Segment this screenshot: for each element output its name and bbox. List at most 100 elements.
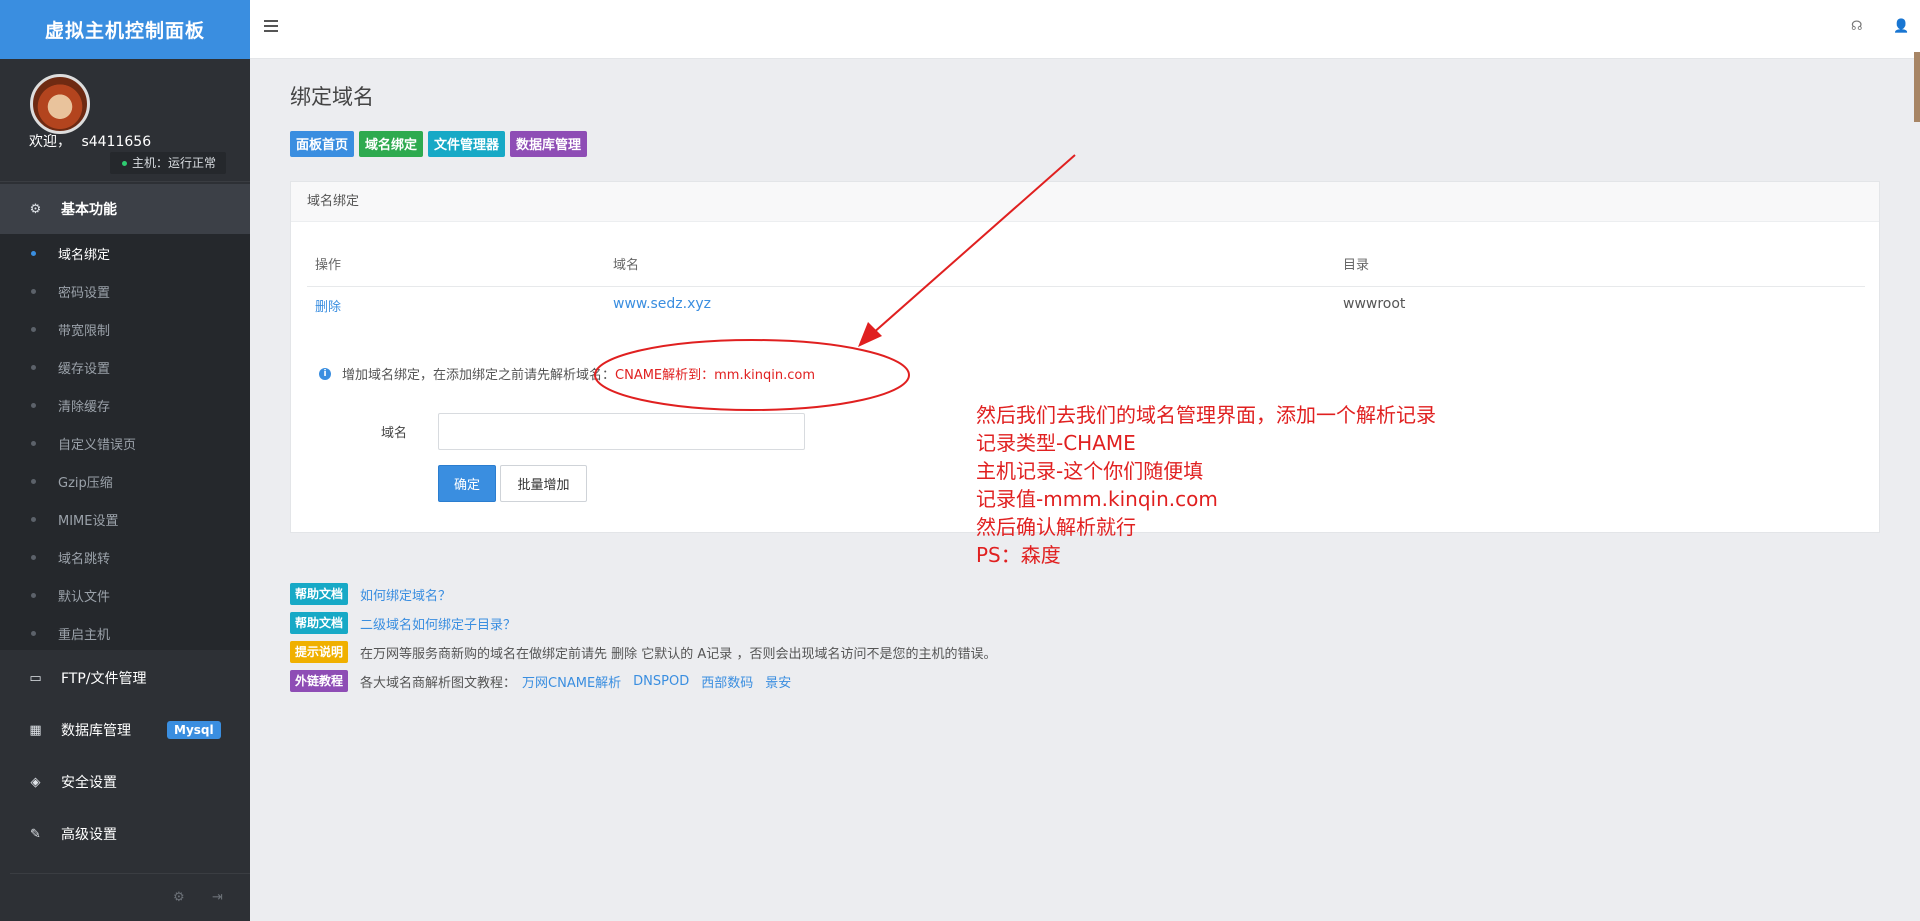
sidebar-item-label: 清除缓存 (58, 399, 111, 415)
sidebar-item-redirect[interactable]: 域名跳转 (0, 538, 250, 576)
delete-link[interactable]: 删除 (315, 296, 341, 315)
tutorial-link-wanwang[interactable]: 万网CNAME解析 (522, 672, 621, 691)
submit-button[interactable]: 确定 (438, 465, 496, 502)
nav-section-label: FTP/文件管理 (61, 671, 147, 687)
edit-icon: ✎ (30, 826, 41, 842)
menu-toggle-icon[interactable] (264, 20, 278, 32)
sidebar-item-mime[interactable]: MIME设置 (0, 500, 250, 538)
table-icon: ▦ (29, 722, 42, 738)
external-tutorial-tag: 外链教程 (290, 670, 349, 692)
sidebar-item-label: 缓存设置 (58, 361, 111, 377)
quick-button-panel-home[interactable]: 面板首页 (290, 131, 355, 157)
bullet-icon (31, 326, 36, 332)
cname-target: CNAME解析到：mm.kinqin.com (615, 368, 815, 383)
status-dot-icon (122, 161, 127, 166)
tutorial-link-west[interactable]: 西部数码 (701, 672, 753, 691)
annotation-line: PS：森度 (976, 543, 1061, 567)
headset-icon[interactable]: ☊ (1851, 19, 1863, 34)
panel-title: 域名绑定 (291, 182, 1879, 222)
cogs-icon: ⚙ (29, 201, 42, 217)
shield-icon: ◈ (30, 774, 41, 790)
column-header-action: 操作 (315, 258, 342, 273)
domain-field-label: 域名 (381, 426, 408, 441)
sidebar-item-label: 带宽限制 (58, 323, 111, 339)
annotation-line: 然后确认解析就行 (976, 515, 1136, 539)
help-link-bind-domain[interactable]: 如何绑定域名？ (360, 585, 451, 604)
username: s4411656 (81, 134, 152, 150)
tutorial-link-dnspod[interactable]: DNSPOD (633, 674, 689, 689)
sidebar-item-restart[interactable]: 重启主机 (0, 614, 250, 652)
host-status-text: 主机：运行正常 (132, 156, 217, 170)
bullet-icon (31, 592, 36, 598)
nav-section-basic[interactable]: ⚙ 基本功能 (0, 184, 250, 234)
window-scrollbar[interactable] (1914, 52, 1920, 122)
page-title: 绑定域名 (290, 85, 374, 109)
sidebar: 虚拟主机控制面板 欢迎， s4411656 主机：运行正常 ⚙ 基本功能 域名绑… (0, 0, 250, 921)
mysql-badge: Mysql (167, 721, 221, 739)
table-cell-domain: www.sedz.xyz (613, 296, 712, 312)
nav-section-security[interactable]: ◈ 安全设置 (0, 756, 250, 808)
logout-icon[interactable]: ⇥ (212, 890, 223, 905)
sidebar-item-default-file[interactable]: 默认文件 (0, 576, 250, 614)
help-item: 帮助文档 二级域名如何绑定子目录？ (290, 612, 1490, 634)
tutorial-link-jingan[interactable]: 景安 (765, 672, 791, 691)
avatar[interactable] (30, 74, 90, 134)
help-item: 帮助文档 如何绑定域名？ (290, 583, 1490, 605)
column-header-domain: 域名 (613, 258, 640, 273)
nav-section-label: 高级设置 (61, 827, 117, 843)
bullet-icon (31, 630, 36, 636)
sidebar-item-bandwidth[interactable]: 带宽限制 (0, 310, 250, 348)
annotation-line: 记录值-mmm.kinqin.com (976, 487, 1218, 511)
nav-section-label: 安全设置 (61, 775, 117, 791)
sidebar-item-clear-cache[interactable]: 清除缓存 (0, 386, 250, 424)
bullet-icon (31, 250, 36, 256)
sidebar-item-label: 重启主机 (58, 627, 111, 643)
bullet-icon (31, 288, 36, 294)
host-status-badge: 主机：运行正常 (110, 152, 227, 174)
table-cell-directory: wwwroot (1343, 296, 1406, 312)
sidebar-item-label: 域名跳转 (58, 551, 111, 567)
info-icon: i (319, 367, 331, 380)
info-message: i 增加域名绑定，在添加绑定之前请先解析域名： CNAME解析到：mm.kinqi… (319, 364, 815, 383)
batch-add-button[interactable]: 批量增加 (500, 465, 587, 502)
topbar: ☊ 👤 (250, 0, 1920, 59)
domain-input[interactable] (438, 413, 805, 450)
sidebar-item-cache[interactable]: 缓存设置 (0, 348, 250, 386)
nav-section-advanced[interactable]: ✎ 高级设置 (0, 808, 250, 860)
quick-button-database[interactable]: 数据库管理 (510, 131, 588, 157)
tutorial-intro-text: 各大域名商解析图文教程： (360, 675, 517, 691)
annotation-line: 记录类型-CHAME (976, 431, 1136, 455)
sidebar-item-error-page[interactable]: 自定义错误页 (0, 424, 250, 462)
nav-section-label: 基本功能 (61, 202, 117, 218)
bullet-icon (31, 364, 36, 370)
brand-title: 虚拟主机控制面板 (0, 0, 250, 59)
nav-section-database[interactable]: ▦ 数据库管理 Mysql (0, 704, 250, 756)
welcome-text: 欢迎， s4411656 (29, 131, 151, 151)
bullet-icon (31, 478, 36, 484)
tip-tag: 提示说明 (290, 641, 349, 663)
bullet-icon (31, 402, 36, 408)
help-item: 提示说明 在万网等服务商新购的域名在做绑定前请先 删除 它默认的 A记录 ，否则… (290, 641, 1490, 663)
annotation-line: 主机记录-这个你们随便填 (976, 459, 1204, 483)
quick-button-file-manager[interactable]: 文件管理器 (428, 131, 506, 157)
help-doc-tag: 帮助文档 (290, 583, 349, 605)
sidebar-item-label: Gzip压缩 (58, 475, 113, 491)
annotation-text: 然后我们去我们的域名管理界面，添加一个解析记录 记录类型-CHAME 主机记录-… (976, 401, 1436, 569)
welcome-label: 欢迎， (29, 134, 71, 150)
sidebar-item-password[interactable]: 密码设置 (0, 272, 250, 310)
column-header-directory: 目录 (1343, 258, 1370, 273)
help-doc-tag: 帮助文档 (290, 612, 349, 634)
gear-icon[interactable]: ⚙ (173, 890, 185, 905)
sidebar-footer: ⚙ ⇥ (10, 873, 250, 921)
nav-section-ftp[interactable]: ▭ FTP/文件管理 (0, 652, 250, 704)
sidebar-item-label: MIME设置 (58, 513, 119, 529)
user-icon[interactable]: 👤 (1893, 19, 1909, 34)
sidebar-item-domain-binding[interactable]: 域名绑定 (0, 234, 250, 272)
help-link-subdomain-dir[interactable]: 二级域名如何绑定子目录？ (360, 614, 516, 633)
sidebar-item-gzip[interactable]: Gzip压缩 (0, 462, 250, 500)
help-item: 外链教程 各大域名商解析图文教程： 万网CNAME解析 DNSPOD 西部数码 … (290, 670, 1490, 692)
quick-button-domain-binding[interactable]: 域名绑定 (359, 131, 424, 157)
annotation-line: 然后我们去我们的域名管理界面，添加一个解析记录 (976, 403, 1436, 427)
nav-section-label: 数据库管理 (61, 723, 131, 739)
info-text: 增加域名绑定，在添加绑定之前请先解析域名： (342, 368, 616, 383)
